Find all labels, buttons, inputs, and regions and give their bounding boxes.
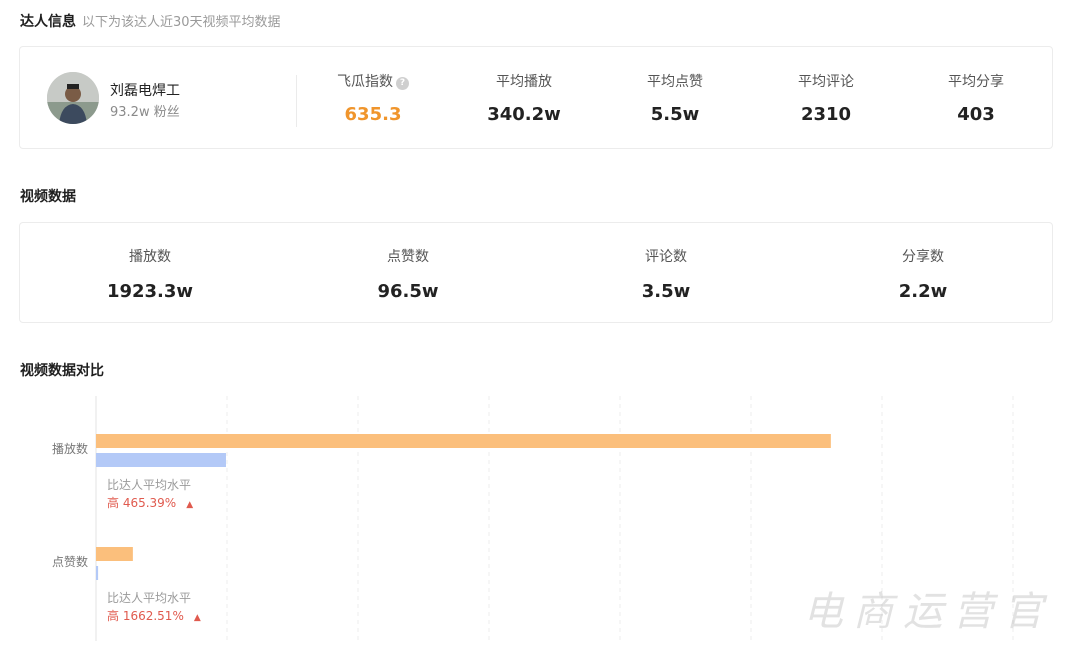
metric-label: 平均分享 bbox=[948, 74, 1004, 90]
question-circle-icon[interactable]: ? bbox=[396, 77, 409, 90]
metric-label: 平均点赞 bbox=[647, 74, 703, 90]
comparison-note-value: 高 465.39% ▲ bbox=[107, 494, 193, 511]
bar-video-1[interactable] bbox=[96, 547, 133, 561]
metric-avg-share: 平均分享 403 bbox=[901, 72, 1051, 125]
influencer-section-title: 达人信息 以下为该达人近30天视频平均数据 bbox=[20, 11, 281, 31]
metric-avg-comment: 平均评论 2310 bbox=[751, 72, 901, 125]
metric-value: 635.3 bbox=[344, 104, 402, 125]
video-section-title: 视频数据 bbox=[20, 189, 76, 205]
comparison-note-text: 高 1662.51% bbox=[107, 609, 184, 623]
stat-label: 播放数 bbox=[129, 249, 171, 265]
metric-label: 平均播放 bbox=[496, 74, 552, 90]
metric-avg-play: 平均播放 340.2w bbox=[449, 72, 599, 125]
influencer-name[interactable]: 刘磊电焊工 bbox=[110, 80, 180, 100]
watermark: 电商运营官 bbox=[803, 589, 1053, 635]
comparison-note-label: 比达人平均水平 bbox=[107, 478, 192, 492]
stat-shares: 分享数 2.2w bbox=[843, 246, 1003, 302]
bar-average-1[interactable] bbox=[96, 566, 99, 580]
video-data-card: 播放数 1923.3w 点赞数 96.5w 评论数 3.5w 分享数 2.2w bbox=[19, 222, 1053, 323]
metric-label-text: 飞瓜指数 bbox=[337, 74, 393, 90]
stat-likes: 点赞数 96.5w bbox=[328, 246, 488, 302]
comparison-note-text: 高 465.39% bbox=[107, 496, 177, 510]
stat-comments: 评论数 3.5w bbox=[586, 246, 746, 302]
stat-value: 3.5w bbox=[641, 281, 691, 302]
avatar[interactable] bbox=[47, 72, 99, 124]
metric-value: 340.2w bbox=[487, 104, 561, 125]
comparison-note-label: 比达人平均水平 bbox=[107, 591, 192, 605]
metric-label: 飞瓜指数? bbox=[298, 72, 448, 92]
category-label: 播放数 bbox=[52, 441, 88, 456]
stat-value: 96.5w bbox=[377, 281, 439, 302]
stat-plays: 播放数 1923.3w bbox=[70, 246, 230, 302]
comparison-note-value: 高 1662.51% ▲ bbox=[107, 607, 201, 624]
stat-label: 点赞数 bbox=[387, 249, 429, 265]
influencer-subtitle: 以下为该达人近30天视频平均数据 bbox=[82, 15, 281, 30]
metric-value: 2310 bbox=[800, 104, 852, 125]
metric-avg-like: 平均点赞 5.5w bbox=[600, 72, 750, 125]
metric-value: 5.5w bbox=[650, 104, 700, 125]
bar-average-0[interactable] bbox=[96, 453, 226, 467]
influencer-card: 刘磊电焊工 93.2w 粉丝 飞瓜指数? 635.3 平均播放 340.2w 平… bbox=[19, 46, 1053, 149]
influencer-title-text: 达人信息 bbox=[20, 14, 76, 30]
stat-value: 2.2w bbox=[898, 281, 948, 302]
stat-value: 1923.3w bbox=[106, 281, 194, 302]
metric-label: 平均评论 bbox=[798, 74, 854, 90]
up-arrow-icon: ▲ bbox=[193, 613, 201, 623]
divider bbox=[296, 75, 297, 127]
fans-count: 93.2w 粉丝 bbox=[110, 105, 180, 120]
comparison-section-title: 视频数据对比 bbox=[20, 363, 104, 379]
category-label: 点赞数 bbox=[52, 554, 88, 569]
up-arrow-icon: ▲ bbox=[186, 500, 194, 510]
bar-video-0[interactable] bbox=[96, 434, 831, 448]
stat-label: 分享数 bbox=[902, 249, 944, 265]
metric-value: 403 bbox=[957, 104, 995, 125]
metric-feigua-index: 飞瓜指数? 635.3 bbox=[298, 72, 448, 125]
stat-label: 评论数 bbox=[645, 249, 687, 265]
